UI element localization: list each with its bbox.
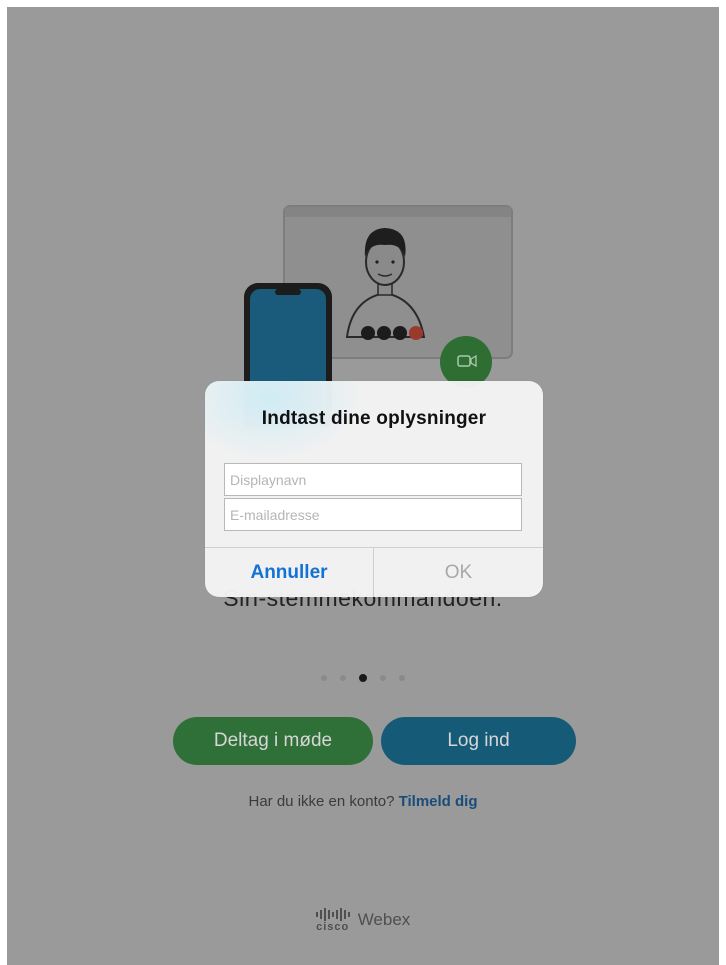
app-screen: Siri-stemmekommandoen. Deltag i møde Log… (7, 7, 719, 965)
webex-wordmark: Webex (357, 910, 411, 929)
signup-row: Har du ikke en konto? Tilmeld dig (7, 793, 719, 810)
carousel-page-indicator[interactable] (7, 674, 719, 682)
page-dot-active[interactable] (359, 674, 367, 682)
dialog-title: Indtast dine oplysninger (261, 408, 487, 429)
cisco-wordmark: cisco (316, 921, 350, 933)
join-meeting-button[interactable]: Deltag i møde (173, 717, 373, 765)
signup-link[interactable]: Tilmeld dig (399, 793, 478, 810)
cancel-button[interactable]: Annuller (205, 548, 373, 597)
enter-details-dialog: Indtast dine oplysninger Annuller OK (205, 381, 543, 597)
page-dot[interactable] (340, 675, 346, 681)
page-dot[interactable] (380, 675, 386, 681)
signup-prompt: Har du ikke en konto? (248, 793, 395, 810)
email-input[interactable] (224, 498, 522, 531)
login-button[interactable]: Log ind (381, 717, 576, 765)
display-name-input[interactable] (224, 463, 522, 496)
hero-illustration (244, 205, 513, 427)
cisco-logo-icon: cisco (315, 907, 350, 933)
page-dot[interactable] (321, 675, 327, 681)
ok-button[interactable]: OK (374, 548, 543, 597)
brand-footer: cisco Webex (7, 907, 719, 933)
page-dot[interactable] (399, 675, 405, 681)
